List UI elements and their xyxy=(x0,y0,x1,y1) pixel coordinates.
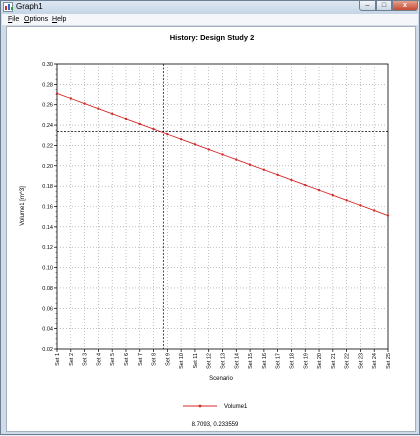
x-tick-label: Set 25 xyxy=(386,353,392,369)
legend-label: Volume1 xyxy=(224,404,248,410)
y-tick-label: 0.24 xyxy=(42,123,53,129)
x-axis: Set 1 Set 2 Set 3 Set 4 Set 5 Set 6 Set 7 Set 8… xyxy=(55,349,392,369)
data-point xyxy=(276,173,279,177)
data-point xyxy=(207,148,210,151)
data-point xyxy=(290,178,293,182)
data-point xyxy=(262,168,266,171)
x-tick-label: Set 13 xyxy=(221,353,227,369)
y-tick-label: 0.12 xyxy=(42,245,53,251)
x-tick-label: Set 4 xyxy=(96,353,102,366)
data-point xyxy=(248,163,252,166)
cursor-readout: 8.7093, 0.233559 xyxy=(192,422,239,428)
x-tick-label: Set 18 xyxy=(289,353,295,369)
data-point xyxy=(69,97,72,100)
data-point xyxy=(317,188,321,192)
data-point xyxy=(152,127,155,131)
y-tick-label: 0.16 xyxy=(42,205,53,211)
y-tick-label: 0.22 xyxy=(42,143,53,149)
data-point xyxy=(345,199,348,202)
x-tick-label: Set 9 xyxy=(165,353,171,366)
y-tick-label: 0.08 xyxy=(42,286,53,292)
data-point xyxy=(235,158,238,161)
x-tick-label: Set 16 xyxy=(262,353,268,369)
x-tick-label: Set 17 xyxy=(276,353,282,369)
data-point xyxy=(193,143,197,146)
y-tick-label: 0.06 xyxy=(42,306,53,312)
x-tick-label: Set 24 xyxy=(372,353,378,369)
data-point xyxy=(373,209,376,212)
x-tick-label: Set 12 xyxy=(207,353,213,369)
data-point xyxy=(166,132,169,136)
chart-svg[interactable]: History: Design Study 2 0.02 0.04 0.06 0.08… xyxy=(1,1,420,436)
y-tick-label: 0.18 xyxy=(42,184,53,190)
x-tick-label: Set 11 xyxy=(193,353,199,369)
y-tick-label: 0.02 xyxy=(42,347,53,353)
y-tick-label: 0.14 xyxy=(42,225,53,231)
legend: Volume1 xyxy=(183,404,248,410)
x-tick-label: Set 14 xyxy=(234,353,240,369)
x-tick-label: Set 3 xyxy=(83,353,89,366)
x-tick-label: Set 5 xyxy=(110,353,116,366)
x-tick-label: Set 22 xyxy=(345,353,351,369)
x-tick-label: Set 21 xyxy=(331,353,337,369)
data-point xyxy=(138,122,141,126)
y-axis: 0.02 0.04 0.06 0.08 0.10 0.12 0.14 0.16 0.18 0.20… xyxy=(42,62,57,353)
graph-window: Graph1 – □ x File Options Help History: … xyxy=(0,0,420,435)
data-point xyxy=(55,92,59,95)
y-tick-label: 0.30 xyxy=(42,62,53,68)
y-tick-label: 0.26 xyxy=(42,103,53,109)
x-tick-label: Set 20 xyxy=(317,353,323,369)
x-tick-label: Set 6 xyxy=(124,353,130,366)
x-tick-label: Set 23 xyxy=(358,353,364,369)
data-point xyxy=(83,102,86,105)
x-tick-label: Set 19 xyxy=(303,353,309,369)
data-point xyxy=(179,138,183,141)
x-tick-label: Set 8 xyxy=(152,353,158,366)
y-tick-label: 0.28 xyxy=(42,82,53,88)
data-point xyxy=(386,214,390,217)
x-tick-label: Set 1 xyxy=(55,353,61,366)
x-tick-label: Set 10 xyxy=(179,353,185,369)
chart-title: History: Design Study 2 xyxy=(170,33,255,42)
data-point xyxy=(359,204,362,207)
x-axis-label: Scenario xyxy=(209,376,233,382)
x-tick-label: Set 2 xyxy=(69,353,75,366)
data-point xyxy=(304,183,307,187)
legend-swatch-marker xyxy=(198,404,202,408)
data-point xyxy=(110,112,114,115)
x-tick-label: Set 7 xyxy=(138,353,144,366)
y-tick-label: 0.10 xyxy=(42,266,53,272)
x-tick-label: Set 15 xyxy=(248,353,254,369)
data-point xyxy=(221,153,224,156)
y-tick-label: 0.20 xyxy=(42,164,53,170)
data-point xyxy=(331,194,335,197)
data-point xyxy=(124,117,128,121)
y-axis-label: Volume1 [m^3] xyxy=(20,186,26,226)
data-point xyxy=(97,107,100,110)
y-tick-label: 0.04 xyxy=(42,327,53,333)
